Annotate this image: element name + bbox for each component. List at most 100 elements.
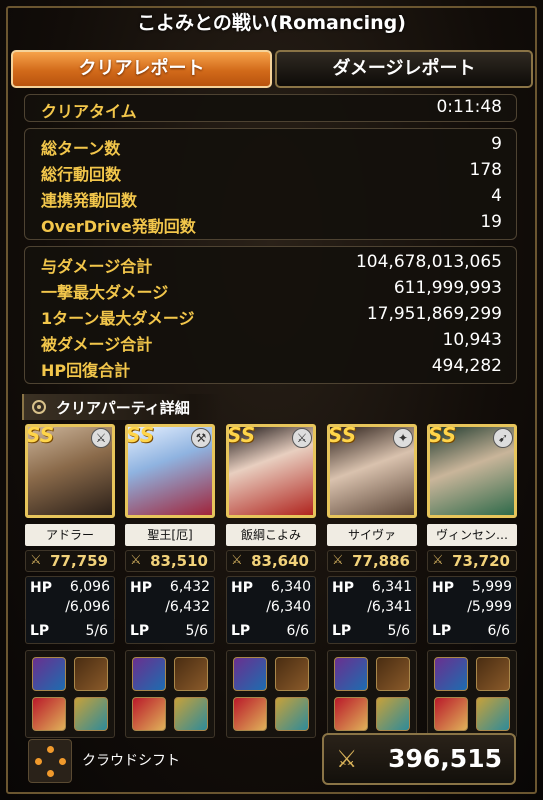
hp-current: 6,096 — [69, 579, 110, 595]
lp-value: 6/6 — [487, 623, 510, 639]
lp-label: LP — [432, 623, 452, 639]
character-name: ヴィンセン… — [427, 524, 517, 546]
lp-box: LP 5/6 — [327, 620, 417, 644]
equipment-grid[interactable] — [226, 650, 316, 738]
character-portrait[interactable]: SS ✦ — [327, 424, 417, 518]
stat-label: OverDrive発動回数 — [41, 217, 196, 236]
power-value: 77,759 — [50, 552, 108, 570]
stat-label: 与ダメージ合計 — [41, 257, 153, 276]
stat-value: 611,999,993 — [393, 278, 502, 298]
hp-max: /5,999 — [467, 599, 512, 615]
character-name: アドラー — [25, 524, 115, 546]
stat-row: OverDrive発動回数 19 — [25, 211, 516, 237]
equipment-grid[interactable] — [327, 650, 417, 738]
character-portrait[interactable]: SS ⚔ — [25, 424, 115, 518]
formation-icon[interactable] — [28, 739, 72, 783]
equipment-slot[interactable] — [74, 657, 108, 691]
rank-badge: SS — [428, 424, 457, 447]
character-name: サイヴァ — [327, 524, 417, 546]
power-value: 83,640 — [251, 552, 309, 570]
stat-row: 総行動回数 178 — [25, 159, 516, 185]
hp-current: 6,341 — [371, 579, 412, 595]
tab-clear-report[interactable]: クリアレポート — [11, 50, 272, 88]
sword-icon: ⚔ — [91, 428, 111, 448]
equipment-slot[interactable] — [476, 657, 510, 691]
equipment-slot[interactable] — [434, 657, 468, 691]
total-power-box: ⚔ 396,515 — [322, 733, 516, 785]
power-box: ⚔ 83,640 — [226, 550, 316, 572]
stat-value: 10,943 — [442, 330, 502, 350]
equipment-slot[interactable] — [275, 697, 309, 731]
clear-time-panel: クリアタイム 0:11:48 — [24, 94, 517, 122]
stat-label: 総ターン数 — [41, 139, 121, 158]
clear-time-label: クリアタイム — [41, 102, 137, 121]
hp-box: HP 5,999/5,999 — [427, 576, 517, 622]
lp-value: 6/6 — [286, 623, 309, 639]
lp-label: LP — [130, 623, 150, 639]
equipment-slot[interactable] — [174, 697, 208, 731]
axe-icon: ⚒ — [191, 428, 211, 448]
character-portrait[interactable]: SS ⚒ — [125, 424, 215, 518]
target-icon — [32, 400, 46, 414]
lp-label: LP — [332, 623, 352, 639]
equipment-slot[interactable] — [376, 657, 410, 691]
power-value: 77,886 — [352, 552, 410, 570]
equipment-slot[interactable] — [476, 697, 510, 731]
formation-dot — [59, 758, 66, 765]
equipment-slot[interactable] — [275, 657, 309, 691]
clear-time-row: クリアタイム 0:11:48 — [25, 96, 516, 122]
lp-value: 5/6 — [85, 623, 108, 639]
lp-box: LP 6/6 — [226, 620, 316, 644]
equipment-slot[interactable] — [32, 697, 66, 731]
equipment-grid[interactable] — [427, 650, 517, 738]
formation-dot — [47, 746, 54, 753]
stat-row: 一撃最大ダメージ 611,999,993 — [25, 277, 516, 303]
stat-label: HP回復合計 — [41, 361, 131, 380]
stat-row: 1ターン最大ダメージ 17,951,869,299 — [25, 303, 516, 329]
formation-dot — [35, 758, 42, 765]
equipment-slot[interactable] — [174, 657, 208, 691]
crossed-swords-icon: ⚔ — [332, 553, 344, 568]
character-name: 聖王[厄] — [125, 524, 215, 546]
lp-label: LP — [231, 623, 251, 639]
equipment-grid[interactable] — [25, 650, 115, 738]
equipment-slot[interactable] — [132, 657, 166, 691]
stat-row: 被ダメージ合計 10,943 — [25, 329, 516, 355]
equipment-slot[interactable] — [334, 697, 368, 731]
stat-row: 連携発動回数 4 — [25, 185, 516, 211]
power-box: ⚔ 73,720 — [427, 550, 517, 572]
damage-stats-panel: 与ダメージ合計 104,678,013,065 一撃最大ダメージ 611,999,9… — [24, 246, 517, 384]
stat-row: 総ターン数 9 — [25, 133, 516, 159]
equipment-slot[interactable] — [233, 657, 267, 691]
stat-label: 一撃最大ダメージ — [41, 283, 169, 302]
equipment-slot[interactable] — [334, 657, 368, 691]
lp-value: 5/6 — [387, 623, 410, 639]
equipment-slot[interactable] — [132, 697, 166, 731]
hp-box: HP 6,432/6,432 — [125, 576, 215, 622]
stat-value: 19 — [480, 212, 502, 232]
character-portrait[interactable]: SS ⚔ — [226, 424, 316, 518]
stat-value: 4 — [491, 186, 502, 206]
equipment-slot[interactable] — [376, 697, 410, 731]
crossed-swords-icon: ⚔ — [30, 553, 42, 568]
hp-box: HP 6,340/6,340 — [226, 576, 316, 622]
power-value: 73,720 — [452, 552, 510, 570]
tab-damage-report[interactable]: ダメージレポート — [275, 50, 533, 88]
hp-max: /6,340 — [266, 599, 311, 615]
character-portrait[interactable]: SS ➹ — [427, 424, 517, 518]
equipment-grid[interactable] — [125, 650, 215, 738]
equipment-slot[interactable] — [74, 697, 108, 731]
crossed-swords-icon: ⚔ — [432, 553, 444, 568]
stat-row: 与ダメージ合計 104,678,013,065 — [25, 251, 516, 277]
equipment-slot[interactable] — [233, 697, 267, 731]
stat-label: 連携発動回数 — [41, 191, 138, 210]
formation-dot — [47, 770, 54, 777]
clear-time-value: 0:11:48 — [436, 97, 502, 117]
sword-icon: ⚔ — [292, 428, 312, 448]
hp-current: 5,999 — [471, 579, 512, 595]
hp-label: HP — [432, 580, 454, 596]
equipment-slot[interactable] — [32, 657, 66, 691]
equipment-slot[interactable] — [434, 697, 468, 731]
stat-value: 178 — [469, 160, 502, 180]
party-section-header: クリアパーティ詳細 — [22, 394, 222, 420]
